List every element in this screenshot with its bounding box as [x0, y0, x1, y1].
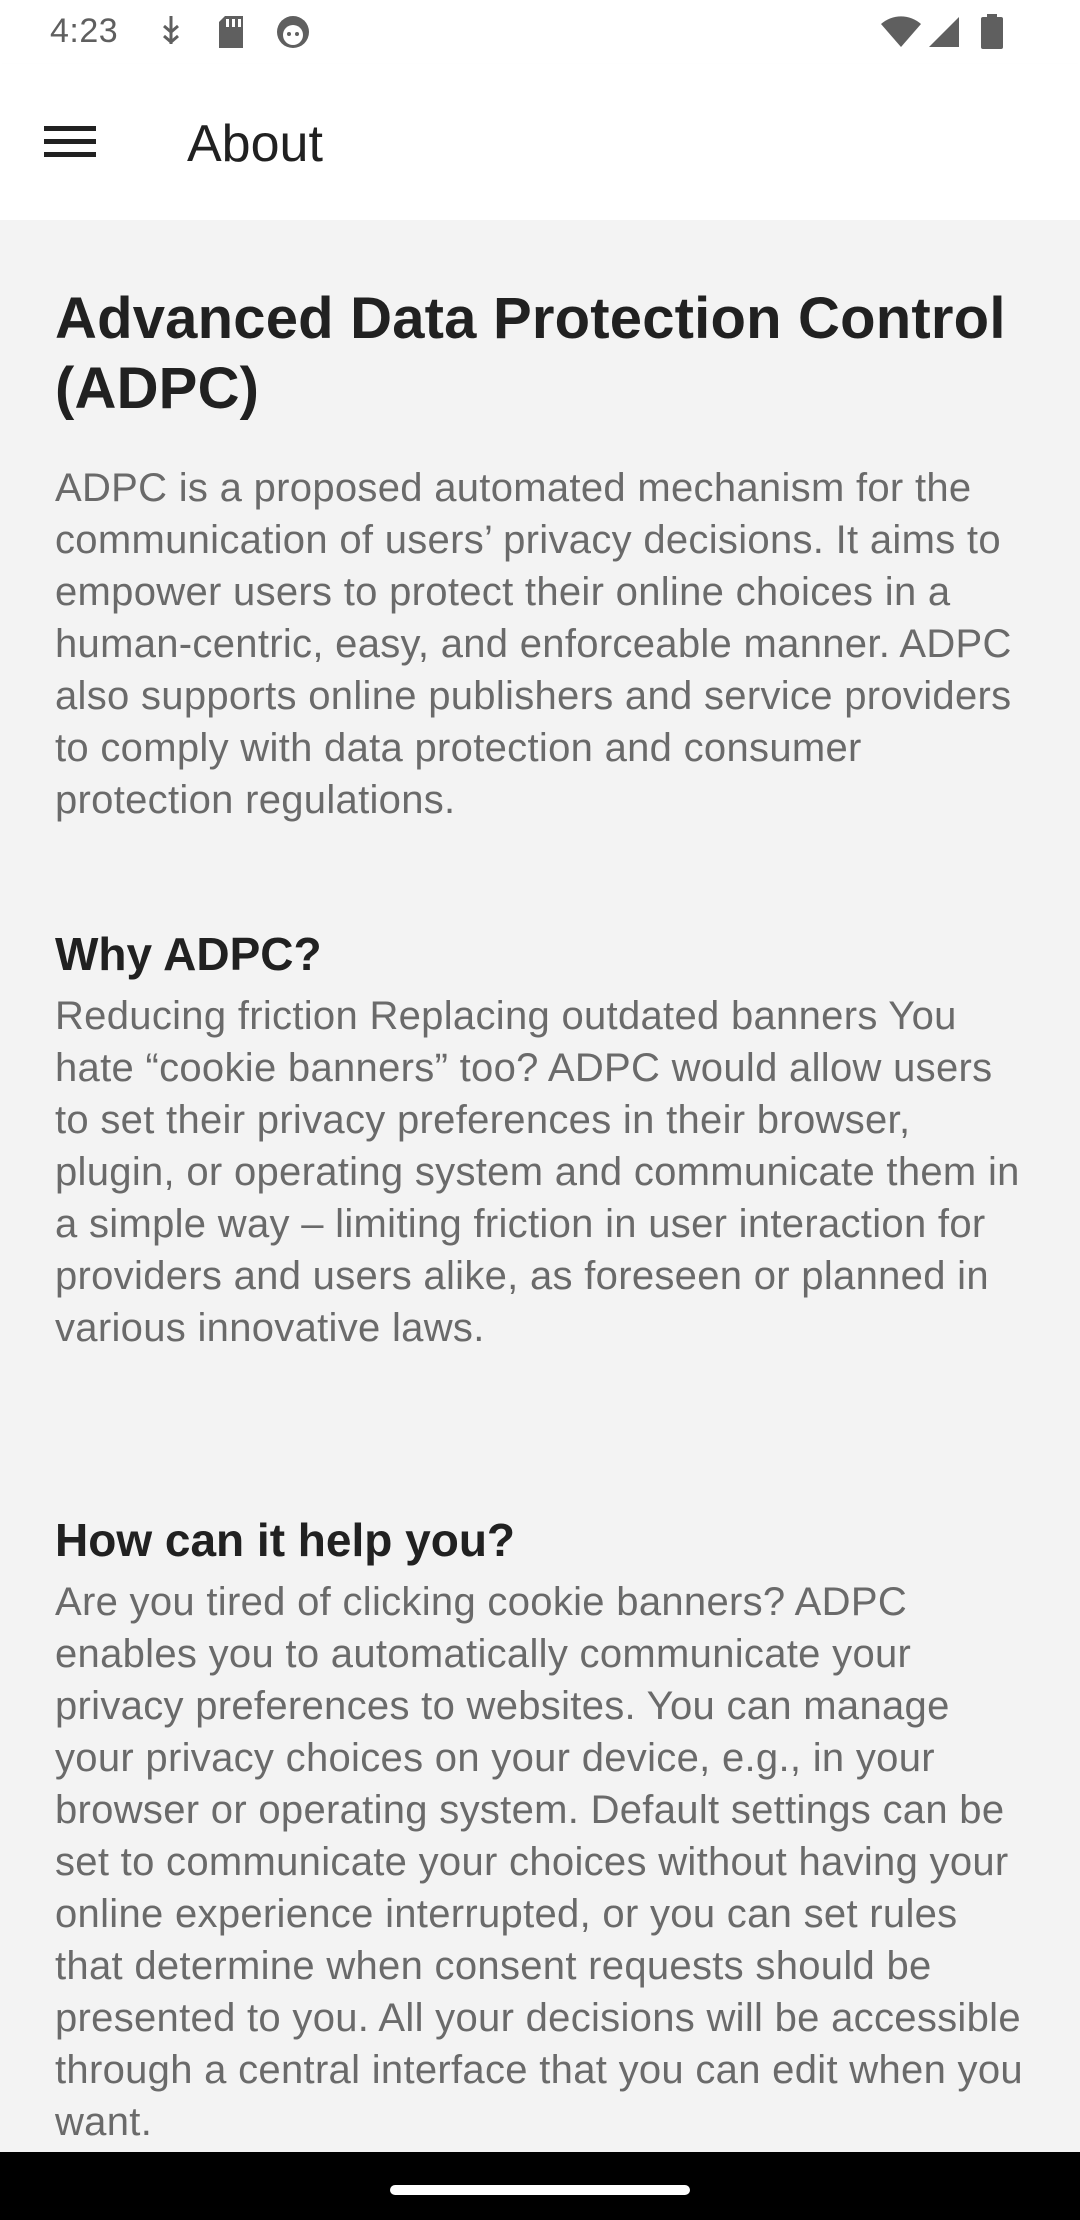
sd-card-icon: [216, 14, 246, 55]
about-content[interactable]: Advanced Data Protection Control (ADPC) …: [0, 220, 1080, 2152]
wifi-icon: [880, 16, 922, 53]
status-bar: 4:23: [0, 0, 1080, 64]
battery-icon: [980, 14, 1004, 55]
hamburger-menu-icon: [44, 124, 96, 165]
menu-button[interactable]: [30, 104, 110, 184]
section-adpc: Advanced Data Protection Control (ADPC) …: [55, 284, 1030, 826]
home-gesture-handle[interactable]: [390, 2185, 690, 2195]
android-icon: [274, 14, 312, 55]
section-title: Advanced Data Protection Control (ADPC): [55, 286, 1006, 421]
section-title: How can it help you?: [55, 1514, 516, 1566]
section-how-help: How can it help you? Are you tired of cl…: [55, 1512, 1030, 2148]
section-body: Reducing friction Replacing outdated ban…: [55, 994, 1020, 1350]
section-body: Are you tired of clicking cookie banners…: [55, 1580, 1023, 2144]
section-body: ADPC is a proposed automated mechanism f…: [55, 466, 1012, 822]
app-bar: About: [0, 64, 1080, 220]
signal-icon: [928, 16, 960, 53]
status-time: 4:23: [50, 12, 119, 50]
section-title: Why ADPC?: [55, 928, 322, 980]
section-why-adpc: Why ADPC? Reducing friction Replacing ou…: [55, 926, 1030, 1354]
page-title: About: [187, 115, 323, 173]
navigation-bar: [0, 2152, 1080, 2220]
usb-debug-icon: [158, 14, 184, 55]
